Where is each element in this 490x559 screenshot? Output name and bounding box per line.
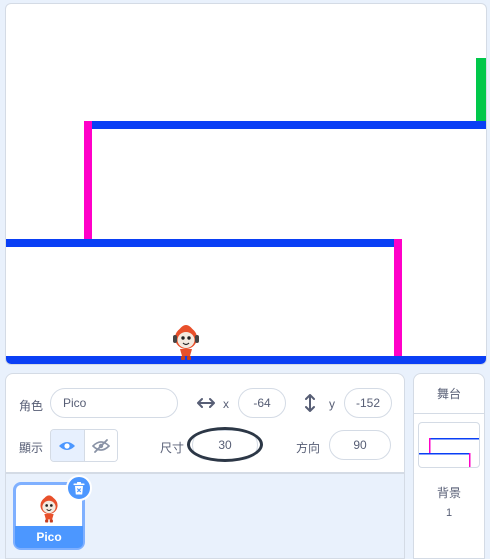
sprite-info-panel: 角色 Pico x -64 y -152 顯示 尺寸 30 方向 90 (5, 373, 405, 473)
delete-sprite-button[interactable] (66, 475, 92, 501)
y-input[interactable]: -152 (344, 388, 392, 418)
show-label: 顯示 (19, 441, 44, 455)
direction-value: 90 (353, 438, 367, 452)
trash-icon (73, 481, 85, 494)
sprite-tile-pico[interactable]: Pico (13, 475, 92, 550)
stage-panel-title: 舞台 (414, 374, 484, 414)
floor-platform (6, 356, 486, 364)
upper-platform (84, 121, 486, 129)
visibility-toggle-group (50, 429, 118, 462)
hide-sprite-button[interactable] (83, 430, 117, 461)
x-input[interactable]: -64 (238, 388, 286, 418)
middle-platform (6, 239, 402, 247)
lower-pink-wall (394, 239, 402, 357)
sprite-name-input[interactable]: Pico (50, 388, 178, 418)
stage-selector-panel[interactable]: 舞台 背景 1 (413, 373, 485, 559)
direction-label: 方向 (296, 441, 321, 455)
upper-pink-wall (84, 121, 92, 242)
sprite-list-panel: Pico (5, 473, 405, 559)
stage-thumbnail[interactable] (418, 422, 480, 468)
show-sprite-button[interactable] (51, 430, 84, 461)
backdrops-count: 1 (445, 507, 453, 519)
y-value: -152 (355, 396, 381, 410)
sprite-label: 角色 (19, 399, 44, 413)
size-label: 尺寸 (160, 441, 185, 455)
pico-sprite[interactable] (168, 319, 204, 361)
y-label: y (329, 397, 335, 411)
sprite-name-value: Pico (63, 396, 87, 410)
green-goal-wall (476, 58, 486, 124)
size-input[interactable]: 30 (192, 430, 258, 460)
vertical-arrows-icon (302, 392, 318, 414)
x-label: x (223, 397, 229, 411)
eye-icon (59, 441, 76, 450)
stage-canvas[interactable] (5, 3, 487, 365)
eye-slash-icon (91, 438, 110, 453)
backdrops-label: 背景 (436, 486, 461, 500)
size-value: 30 (218, 438, 232, 452)
sprite-tile-name: Pico (15, 526, 83, 548)
x-value: -64 (253, 396, 271, 410)
horizontal-arrows-icon (196, 394, 216, 412)
direction-input[interactable]: 90 (329, 430, 391, 460)
